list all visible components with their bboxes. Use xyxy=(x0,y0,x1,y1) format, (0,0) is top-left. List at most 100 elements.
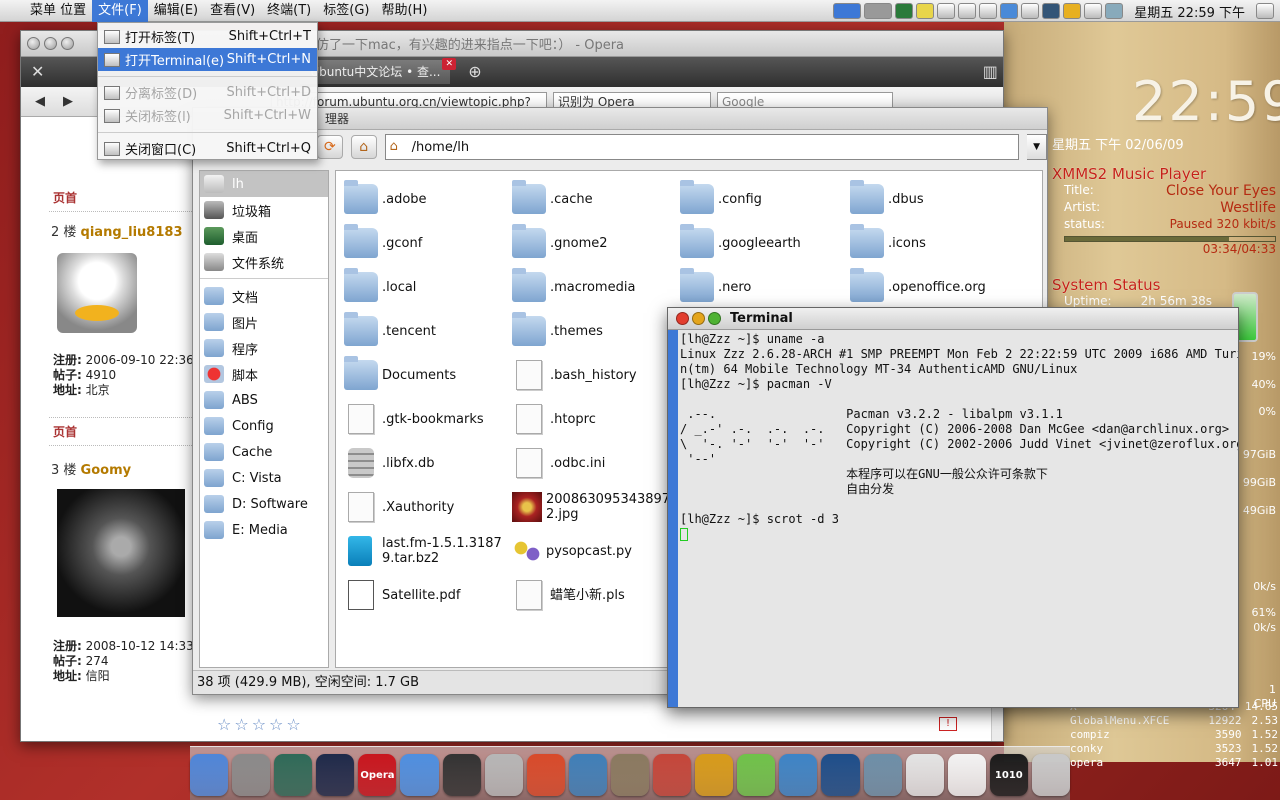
trash-tray-icon[interactable] xyxy=(1084,3,1103,19)
file-item[interactable]: .config xyxy=(680,179,846,219)
sidebar-item[interactable]: D: Software xyxy=(200,491,328,517)
new-tab-icon[interactable]: ⊕ xyxy=(462,60,487,84)
terminal-icon[interactable]: 1010 xyxy=(989,754,1028,796)
reload-icon[interactable]: ⟳ xyxy=(317,135,343,159)
menu-edit[interactable]: 编辑(E) xyxy=(148,0,204,22)
adium-icon[interactable] xyxy=(737,754,776,796)
file-item[interactable]: .gconf xyxy=(344,223,510,263)
bluetooth-icon[interactable] xyxy=(1000,3,1019,19)
sidebar-item[interactable]: Config xyxy=(200,413,328,439)
gimp-icon[interactable] xyxy=(610,754,650,796)
file-item[interactable]: pysopcast.py xyxy=(512,531,678,571)
menu-item[interactable]: 打开标签(T) Shift+Ctrl+T xyxy=(98,25,317,48)
file-item[interactable]: .local xyxy=(344,267,510,307)
itunes-icon[interactable] xyxy=(779,754,818,796)
zoom-window-icon[interactable] xyxy=(61,37,74,50)
signal-bars-icon[interactable] xyxy=(979,3,998,19)
movie-icon[interactable] xyxy=(821,754,860,796)
sidebar-item[interactable]: 文件系统 xyxy=(200,249,328,275)
menu-item[interactable]: 打开Terminal(e) Shift+Ctrl+N xyxy=(98,48,317,71)
x11-icon[interactable] xyxy=(695,754,734,796)
updates-icon[interactable] xyxy=(1021,3,1040,19)
back-icon[interactable]: ◀ xyxy=(29,92,51,112)
file-item[interactable]: Satellite.pdf xyxy=(344,575,510,615)
file-item[interactable]: .bash_history xyxy=(512,355,678,395)
lock-icon[interactable] xyxy=(1256,3,1274,19)
home-icon[interactable]: ⌂ xyxy=(350,135,377,159)
file-item[interactable]: .nero xyxy=(680,267,846,307)
path-bar[interactable]: ⌂ /home/lh xyxy=(384,134,1020,160)
ichat-icon[interactable] xyxy=(400,754,439,796)
network-icon[interactable] xyxy=(895,3,914,19)
file-item[interactable]: .themes xyxy=(512,311,678,351)
file-item[interactable]: 200863095343897 2.jpg xyxy=(512,487,678,527)
terminal-output[interactable]: [lh@Zzz ~]$ uname -a Linux Zzz 2.6.28-ARC… xyxy=(668,330,1238,707)
path-dropdown-icon[interactable]: ▼ xyxy=(1027,134,1048,160)
clipboard-icon[interactable] xyxy=(937,3,956,19)
tools-icon[interactable]: ✕ xyxy=(25,60,50,84)
iphoto-icon[interactable] xyxy=(568,754,607,796)
minimize-window-icon[interactable] xyxy=(692,312,705,325)
qq-icon[interactable] xyxy=(1063,3,1082,19)
system-prefs-icon[interactable] xyxy=(232,754,271,796)
file-item[interactable]: .Xauthority xyxy=(344,487,510,527)
pages-icon[interactable] xyxy=(947,754,986,796)
trash-tab-icon[interactable]: ▥ xyxy=(978,60,1003,84)
spaces-icon[interactable] xyxy=(863,754,902,796)
file-item[interactable]: .cache xyxy=(512,179,678,219)
file-item[interactable]: .dbus xyxy=(850,179,1016,219)
activity-monitor-icon[interactable] xyxy=(316,754,355,796)
finder-icon[interactable] xyxy=(190,754,229,796)
workspace-switcher-icon[interactable] xyxy=(833,3,862,19)
file-item[interactable]: .libfx.db xyxy=(344,443,510,483)
mail-icon[interactable] xyxy=(653,754,692,796)
menu-help[interactable]: 帮助(H) xyxy=(375,0,433,22)
opera-icon[interactable]: Opera xyxy=(358,754,397,796)
sidebar-item[interactable]: 图片 xyxy=(200,309,328,335)
menu-places[interactable]: 菜单 位置 xyxy=(24,0,92,22)
report-post-icon[interactable]: ! xyxy=(939,717,957,731)
menu-terminal[interactable]: 终端(T) xyxy=(261,0,317,22)
file-item[interactable]: .gtk-bookmarks xyxy=(344,399,510,439)
menu-view[interactable]: 查看(V) xyxy=(204,0,261,22)
close-window-icon[interactable] xyxy=(676,312,689,325)
chat-icon[interactable] xyxy=(1105,3,1124,19)
file-item[interactable]: last.fm-1.5.1.3187 9.tar.bz2 xyxy=(344,531,510,571)
sidebar-item[interactable]: 程序 xyxy=(200,335,328,361)
file-item[interactable]: .gnome2 xyxy=(512,223,678,263)
sidebar-item[interactable]: 垃圾箱 xyxy=(200,197,328,223)
zoom-window-icon[interactable] xyxy=(708,312,721,325)
file-item[interactable]: 蜡笔小新.pls xyxy=(512,575,678,615)
sidebar-item[interactable]: E: Media xyxy=(200,517,328,543)
file-item[interactable]: Documents xyxy=(344,355,510,395)
file-item[interactable]: .tencent xyxy=(344,311,510,351)
file-item[interactable]: .openoffice.org xyxy=(850,267,1016,307)
post-username[interactable]: qiang_liu8183 xyxy=(81,225,183,240)
rating-stars[interactable]: ☆☆☆☆☆ xyxy=(217,715,304,734)
file-item[interactable]: .adobe xyxy=(344,179,510,219)
wifi-icon[interactable] xyxy=(958,3,977,19)
menu-file[interactable]: 文件(F) xyxy=(92,0,148,22)
sidebar-item[interactable]: 文档 xyxy=(200,283,328,309)
close-tab-icon[interactable]: ✕ xyxy=(442,58,457,70)
page-top-link[interactable]: 页首 xyxy=(53,423,77,440)
preview-icon[interactable] xyxy=(526,754,565,796)
sidebar-item[interactable]: C: Vista xyxy=(200,465,328,491)
qq-penguin-icon[interactable] xyxy=(442,754,481,796)
file-item[interactable]: .googleearth xyxy=(680,223,846,263)
sidebar-item[interactable]: Cache xyxy=(200,439,328,465)
sidebar-item[interactable]: ABS xyxy=(200,387,328,413)
close-window-icon[interactable] xyxy=(27,37,40,50)
menu-item[interactable]: 关闭窗口(C) Shift+Ctrl+Q xyxy=(98,137,317,160)
post-username[interactable]: Goomy xyxy=(81,463,132,478)
menubar-clock[interactable]: 星期五 22:59 下午 xyxy=(1134,2,1245,21)
installer-icon[interactable] xyxy=(484,754,523,796)
text-editor-icon[interactable] xyxy=(905,754,944,796)
time-machine-icon[interactable] xyxy=(274,754,313,796)
forward-icon[interactable]: ▶ xyxy=(57,92,79,112)
file-item[interactable]: .htoprc xyxy=(512,399,678,439)
download-icon[interactable] xyxy=(1042,3,1061,19)
minimize-window-icon[interactable] xyxy=(44,37,57,50)
file-item[interactable]: .odbc.ini xyxy=(512,443,678,483)
file-item[interactable]: .icons xyxy=(850,223,1016,263)
